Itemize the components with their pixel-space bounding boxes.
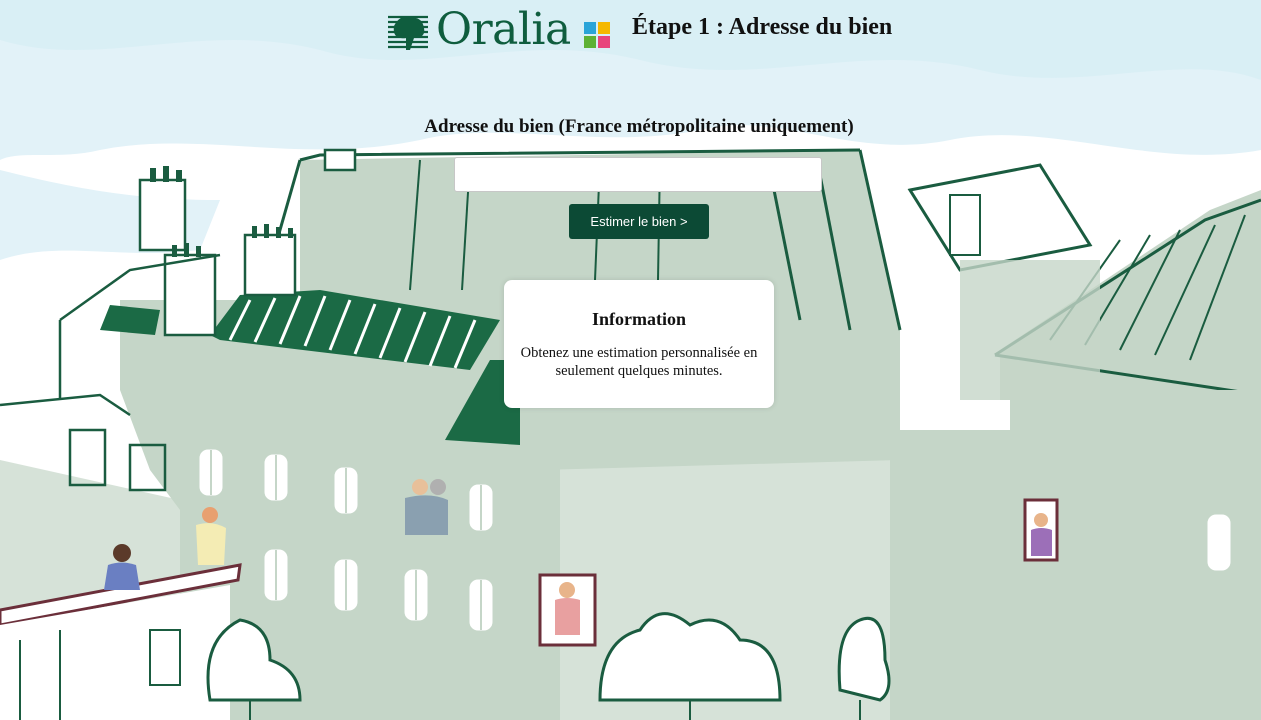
header: Oralia Étape 1 : Adresse du bien — [0, 4, 1261, 56]
step-title: Étape 1 : Adresse du bien — [632, 14, 893, 40]
brand-squares-icon — [584, 22, 612, 50]
oralia-logo[interactable]: Oralia — [386, 4, 614, 55]
information-text: Obtenez une estimation personnalisée en … — [520, 345, 758, 379]
address-label: Adresse du bien (France métropolitaine u… — [424, 116, 854, 137]
brand-name: Oralia — [436, 4, 571, 55]
tree-logo-icon — [388, 15, 428, 50]
estimate-button[interactable]: Estimer le bien > — [569, 204, 709, 239]
information-title: Information — [592, 309, 686, 329]
address-input[interactable] — [454, 157, 822, 192]
information-card: Information Obtenez une estimation perso… — [504, 280, 774, 408]
